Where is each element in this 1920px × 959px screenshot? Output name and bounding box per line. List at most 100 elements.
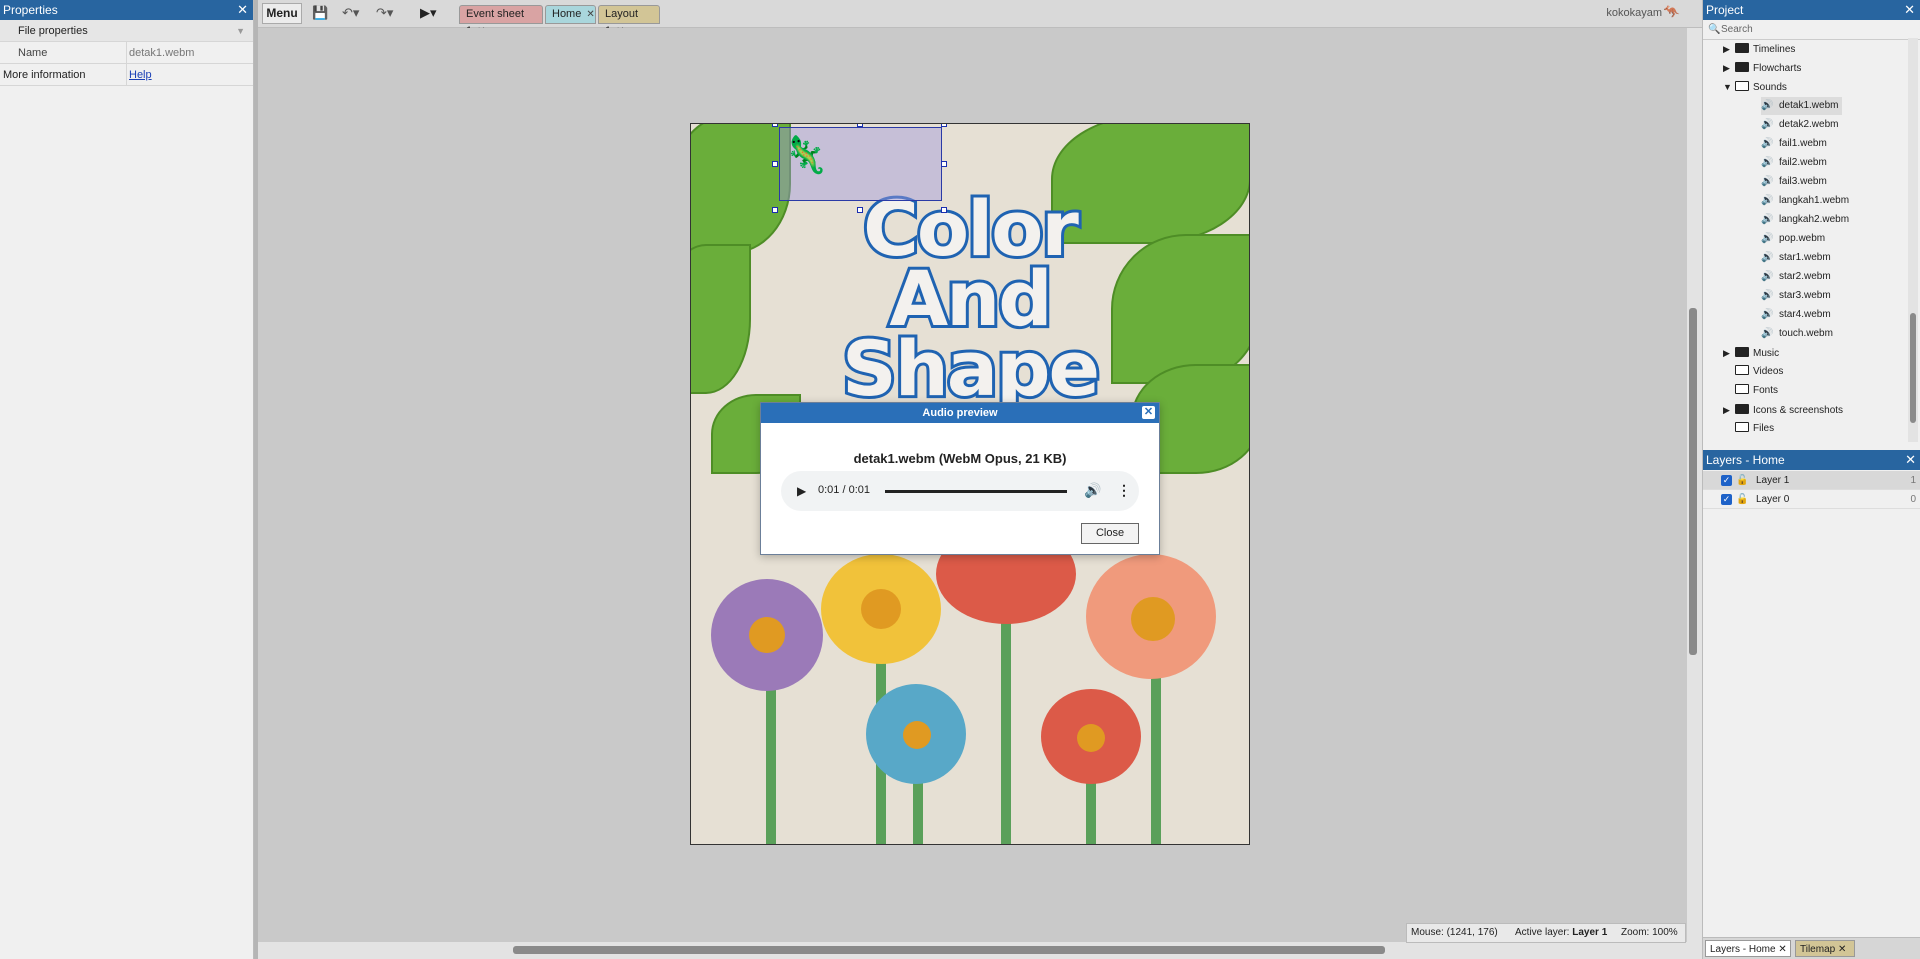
- close-button[interactable]: Close: [1081, 523, 1139, 544]
- folder-item[interactable]: ▶ Icons & screenshots: [1723, 401, 1843, 419]
- tree-item-label: Flowcharts: [1753, 63, 1802, 74]
- chevron-right-icon[interactable]: ▶: [1723, 401, 1735, 419]
- tab-event-sheet-1[interactable]: Event sheet 1✕: [459, 5, 543, 37]
- flower-stem: [1001, 594, 1011, 844]
- flower-center: [749, 617, 785, 653]
- chevron-right-icon[interactable]: ▶: [1723, 59, 1735, 77]
- lock-icon[interactable]: 🔓: [1736, 471, 1748, 490]
- tab-home[interactable]: Home ✕: [545, 5, 596, 24]
- chevron-right-icon[interactable]: ▶: [1723, 40, 1735, 58]
- tree-item-label: Sounds: [1753, 82, 1787, 93]
- speaker-icon: 🔊: [1761, 195, 1774, 206]
- more-options-icon[interactable]: ⋮: [1117, 482, 1131, 499]
- sound-file-item[interactable]: 🔊 star3.webm: [1761, 287, 1831, 305]
- user-avatar-icon[interactable]: 🦘: [1664, 4, 1680, 20]
- divider: [126, 64, 127, 85]
- menu-button[interactable]: Menu: [262, 3, 302, 24]
- close-icon[interactable]: ✕: [586, 9, 594, 20]
- volume-icon[interactable]: 🔊: [1084, 482, 1101, 499]
- resize-handle[interactable]: [941, 161, 947, 167]
- tab-label: Layers - Home: [1710, 944, 1776, 955]
- layer-name: Layer 1: [1756, 475, 1790, 486]
- chevron-right-icon[interactable]: ▶: [1723, 344, 1735, 362]
- close-icon[interactable]: ✕: [1838, 944, 1846, 955]
- close-icon[interactable]: ✕: [1905, 450, 1916, 470]
- tab-tilemap[interactable]: Tilemap ✕: [1795, 940, 1855, 957]
- scrollbar-thumb[interactable]: [513, 946, 1385, 954]
- close-icon[interactable]: ✕: [1142, 406, 1155, 419]
- project-scrollbar[interactable]: [1908, 38, 1918, 442]
- sound-file-item[interactable]: 🔊 star2.webm: [1761, 268, 1831, 286]
- user-name[interactable]: kokokayam: [1606, 7, 1662, 19]
- zoom-level: Zoom: 100%: [1621, 927, 1678, 938]
- sound-file-item[interactable]: 🔊 fail3.webm: [1761, 173, 1827, 191]
- dialog-title: Audio preview: [922, 407, 998, 419]
- help-link[interactable]: Help: [129, 64, 152, 86]
- play-icon[interactable]: ▶▾: [420, 5, 437, 21]
- sound-file-item[interactable]: 🔊 langkah1.webm: [1761, 192, 1849, 210]
- scrollbar-thumb[interactable]: [1689, 308, 1697, 655]
- resize-handle[interactable]: [941, 207, 947, 213]
- tab-layers[interactable]: Layers - Home ✕: [1705, 940, 1791, 957]
- play-icon[interactable]: ▶: [797, 484, 806, 498]
- undo-icon[interactable]: ↶▾: [342, 5, 359, 21]
- active-layer-value: Layer 1: [1572, 927, 1608, 938]
- project-header: Project ✕: [1703, 0, 1920, 20]
- resize-handle[interactable]: [772, 124, 778, 127]
- folder-item[interactable]: ▶ Timelines: [1723, 40, 1795, 58]
- close-icon[interactable]: ✕: [237, 0, 248, 20]
- sound-file-item[interactable]: 🔊 fail1.webm: [1761, 135, 1827, 153]
- speaker-icon: 🔊: [1761, 233, 1774, 244]
- resize-handle[interactable]: [857, 207, 863, 213]
- filter-icon[interactable]: ▼: [236, 20, 245, 42]
- resize-handle[interactable]: [941, 124, 947, 127]
- tree-item-label: star1.webm: [1779, 252, 1831, 263]
- folder-item[interactable]: ▼ Sounds: [1723, 78, 1787, 96]
- resize-handle[interactable]: [772, 207, 778, 213]
- redo-icon[interactable]: ↷▾: [376, 5, 393, 21]
- tree-item-label: fail3.webm: [1779, 176, 1827, 187]
- tree-item-label: langkah2.webm: [1779, 214, 1850, 225]
- resize-handle[interactable]: [772, 161, 778, 167]
- visibility-checkbox[interactable]: ✓: [1721, 494, 1732, 505]
- speaker-icon: 🔊: [1761, 138, 1774, 149]
- sound-file-item[interactable]: 🔊 langkah2.webm: [1761, 211, 1849, 229]
- project-search-input[interactable]: 🔍 Search: [1703, 20, 1920, 40]
- speaker-icon: 🔊: [1761, 309, 1774, 320]
- sound-file-item[interactable]: 🔊 detak2.webm: [1761, 116, 1838, 134]
- folder-item[interactable]: ▶ Music: [1723, 344, 1779, 362]
- lizard-sprite-icon[interactable]: 🦎: [783, 134, 828, 176]
- close-icon[interactable]: ✕: [1778, 944, 1786, 955]
- tab-layout-1[interactable]: Layout 1✕: [598, 5, 660, 37]
- sound-file-item[interactable]: 🔊 detak1.webm: [1761, 97, 1843, 115]
- sound-file-item[interactable]: 🔊 touch.webm: [1761, 325, 1833, 343]
- chevron-down-icon[interactable]: ▼: [1723, 78, 1735, 96]
- horizontal-scrollbar[interactable]: [258, 942, 1702, 959]
- folder-item[interactable]: Files: [1723, 420, 1774, 438]
- file-properties-section[interactable]: File properties ▼: [0, 20, 253, 42]
- sound-file-item[interactable]: 🔊 star4.webm: [1761, 306, 1831, 324]
- lock-icon[interactable]: 🔓: [1736, 490, 1748, 509]
- layer-row[interactable]: ✓ 🔓 Layer 1 1: [1703, 471, 1920, 490]
- status-bar: Mouse: (1241, 176) Active layer: Layer 1…: [1406, 923, 1686, 943]
- time-display: 0:01 / 0:01: [818, 484, 870, 496]
- mouse-position: Mouse: (1241, 176): [1411, 927, 1498, 938]
- resize-handle[interactable]: [857, 124, 863, 127]
- save-icon[interactable]: 💾: [312, 5, 328, 21]
- layer-row[interactable]: ✓ 🔓 Layer 0 0: [1703, 490, 1920, 509]
- project-tree: ▶ Timelines ▶ Flowcharts ▼ Sounds 🔊 detak1.webm…: [1703, 40, 1908, 450]
- progress-slider[interactable]: [885, 490, 1067, 493]
- sound-file-item[interactable]: 🔊 star1.webm: [1761, 249, 1831, 267]
- sound-file-item[interactable]: 🔊 fail2.webm: [1761, 154, 1827, 172]
- vertical-scrollbar[interactable]: [1687, 28, 1702, 942]
- visibility-checkbox[interactable]: ✓: [1721, 475, 1732, 486]
- folder-icon: [1735, 347, 1749, 357]
- tree-item-label: touch.webm: [1779, 328, 1833, 339]
- scrollbar-thumb[interactable]: [1910, 313, 1916, 423]
- folder-item[interactable]: ▶ Flowcharts: [1723, 59, 1801, 77]
- sound-file-item[interactable]: 🔊 pop.webm: [1761, 230, 1825, 248]
- name-value[interactable]: detak1.webm: [129, 42, 194, 64]
- close-icon[interactable]: ✕: [1904, 0, 1915, 20]
- folder-item[interactable]: Videos: [1723, 363, 1783, 381]
- folder-item[interactable]: Fonts: [1723, 382, 1778, 400]
